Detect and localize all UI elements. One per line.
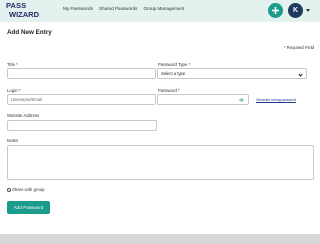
page-title: Add New Entry — [7, 29, 52, 36]
main-nav: My Passwords Shared Passwords Group Mana… — [63, 6, 184, 11]
password-label: Password * — [158, 88, 180, 93]
password-type-label: Password Type * — [158, 62, 191, 67]
login-input[interactable]: Username/Email — [7, 94, 156, 105]
top-navbar: PASS WIZARD My Passwords Shared Password… — [0, 0, 320, 22]
password-input[interactable] — [157, 94, 249, 105]
password-type-select[interactable]: Select a type — [157, 68, 307, 79]
logo-text-top: PASS — [6, 1, 27, 10]
user-avatar[interactable]: K — [288, 3, 303, 18]
logo-text-bottom: WIZARD — [9, 10, 39, 19]
nav-my-passwords[interactable]: My Passwords — [63, 6, 93, 11]
notes-textarea[interactable] — [7, 145, 314, 180]
login-label: Login * — [7, 88, 21, 93]
required-field-note: * Required Field — [283, 45, 314, 50]
pass-wizard-logo[interactable]: PASS WIZARD — [6, 2, 50, 21]
add-entry-button[interactable] — [268, 3, 283, 18]
add-password-button[interactable]: Add Password — [7, 201, 50, 214]
plus-icon — [272, 7, 279, 14]
footer — [0, 234, 320, 244]
title-label: Title * — [7, 62, 18, 67]
chevron-down-icon — [298, 71, 303, 77]
chevron-down-icon[interactable] — [306, 9, 310, 12]
notes-label: Notes — [7, 138, 19, 143]
nav-shared-passwords[interactable]: Shared Passwords — [99, 6, 138, 11]
nav-group-management[interactable]: Group Management — [143, 6, 184, 11]
login-placeholder: Username/Email — [11, 97, 42, 102]
website-label: Website Address — [7, 113, 40, 118]
title-input[interactable] — [7, 68, 156, 79]
share-label: Share with group — [12, 187, 45, 192]
generate-password-link[interactable]: Generate strong password — [256, 98, 296, 102]
share-radio[interactable] — [7, 187, 11, 192]
eye-icon[interactable] — [239, 98, 244, 102]
website-input[interactable] — [7, 120, 157, 131]
share-with-group-option[interactable]: Share with group — [7, 187, 45, 192]
password-type-value: Select a type — [161, 71, 186, 76]
